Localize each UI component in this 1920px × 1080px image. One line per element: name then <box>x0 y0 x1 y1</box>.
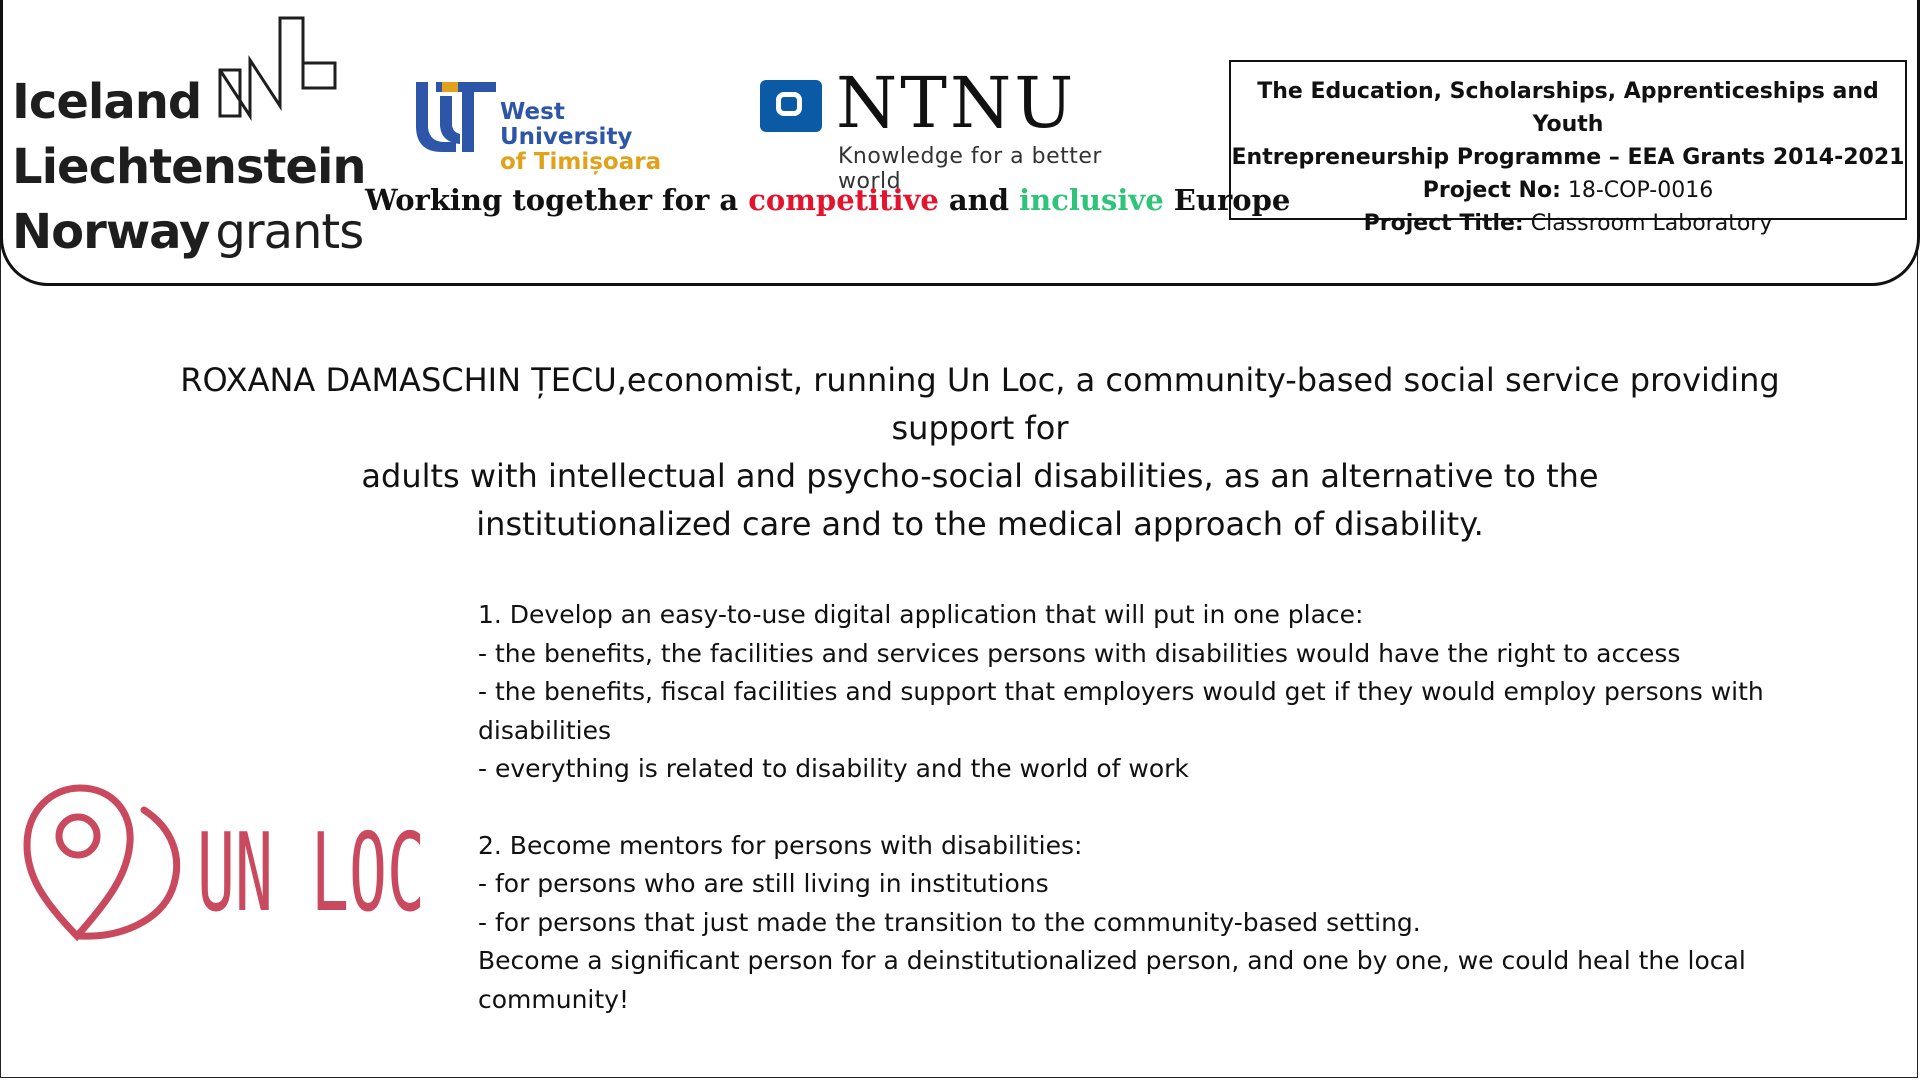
project-title-label: Project Title: <box>1363 211 1524 236</box>
intro-line-4: institutionalized care and to the medica… <box>476 505 1484 543</box>
intro-line-1: ROXANA DAMASCHIN ȚECU,economist, running… <box>180 361 1780 399</box>
project-number-label: Project No: <box>1422 178 1561 203</box>
intro-line-3: adults with intellectual and psycho-soci… <box>361 457 1599 495</box>
proposals-list: 1. Develop an easy-to-use digital applic… <box>478 596 1828 1019</box>
grants-word: grants <box>215 204 364 260</box>
project-title: Project Title: Classroom Laboratory <box>1231 207 1905 240</box>
project-number: Project No: 18-COP-0016 <box>1231 174 1905 207</box>
intro-line-2: support for <box>891 409 1069 447</box>
project-title-value: Classroom Laboratory <box>1523 211 1773 236</box>
programme-line2: Entrepreneurship Programme – EEA Grants … <box>1231 145 1905 170</box>
west-university-emblem-icon <box>416 82 496 152</box>
slogan: Working together for a competitive and i… <box>365 183 1290 217</box>
proposal-1-bullet-1: - the benefits, the facilities and servi… <box>478 638 1681 668</box>
proposal-2-bullet-2: - for persons that just made the transit… <box>478 907 1421 937</box>
programme-line1: The Education, Scholarships, Apprentices… <box>1257 79 1879 137</box>
grants-line-norway: Norway grants <box>12 208 364 256</box>
grants-line-iceland: Iceland <box>12 74 202 130</box>
west-university-line2: of Timișoara <box>500 149 662 175</box>
proposal-1-bullet-3: - everything is related to disability an… <box>478 754 1189 783</box>
ntnu-wordmark: NTNU <box>836 62 1077 144</box>
speaker-introduction: ROXANA DAMASCHIN ȚECU,economist, running… <box>160 356 1800 548</box>
eea-grants-logo: Iceland Liechtenstein Norway grants <box>12 8 367 263</box>
proposal-2-title: 2. Become mentors for persons with disab… <box>478 830 1083 860</box>
west-university-name: West University of Timișoara <box>500 100 682 175</box>
west-university-line1: West University <box>500 99 633 150</box>
west-university-logo: West University of Timișoara <box>412 78 682 175</box>
slogan-part2: and <box>938 183 1020 217</box>
closing-statement: Become a significant person for a deinst… <box>478 946 1746 1014</box>
proposal-1-bullet-2: - the benefits, fiscal facilities and su… <box>478 677 1764 745</box>
un-loc-logo: UN LOC <box>22 780 442 950</box>
slogan-inclusive: inclusive <box>1019 183 1164 217</box>
grants-bars-icon <box>218 16 337 122</box>
proposal-1-title: 1. Develop an easy-to-use digital applic… <box>478 600 1364 629</box>
project-info-box: The Education, Scholarships, Apprentices… <box>1229 60 1907 236</box>
location-pin-icon <box>23 784 181 942</box>
un-loc-wordmark: UN LOC <box>197 811 425 936</box>
project-number-value: 18-COP-0016 <box>1560 178 1714 203</box>
un-loc-text: UN LOC <box>197 811 425 936</box>
slogan-part1: Working together for a <box>365 183 749 217</box>
grants-norway: Norway <box>12 204 210 260</box>
slogan-competitive: competitive <box>748 183 939 217</box>
grants-line-liechtenstein: Liechtenstein <box>12 139 367 195</box>
proposal-2-bullet-1: - for persons who are still living in in… <box>478 869 1049 898</box>
ntnu-logo: NTNU Knowledge for a better world <box>760 68 1160 194</box>
ntnu-square-icon <box>760 80 822 132</box>
